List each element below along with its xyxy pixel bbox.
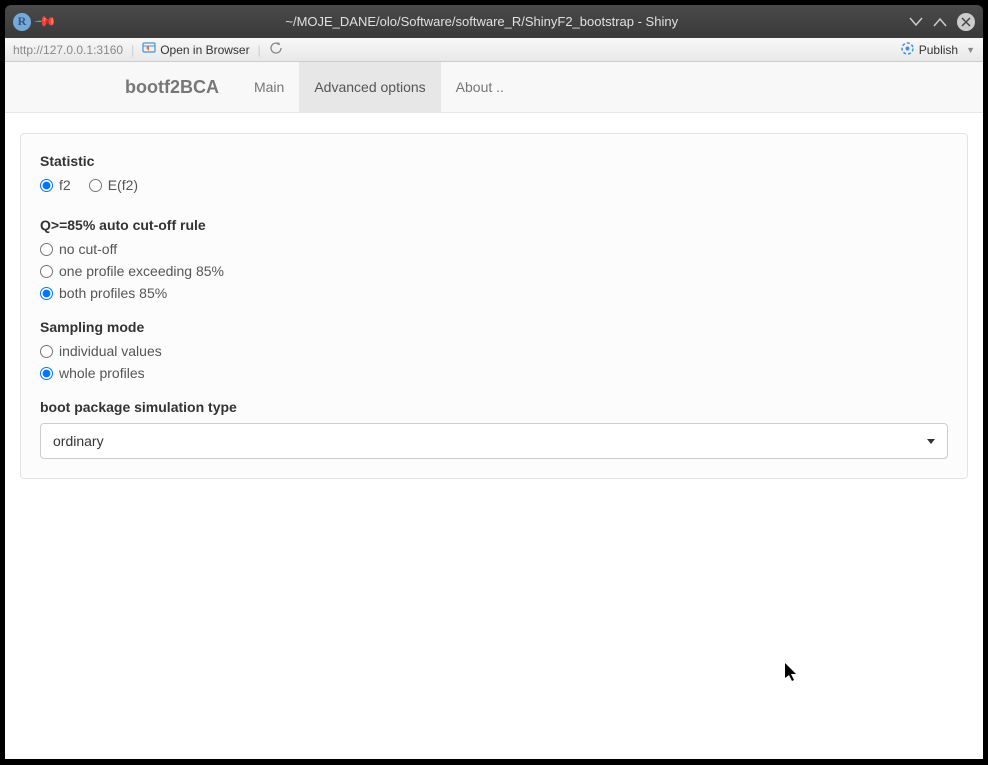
refresh-icon[interactable] bbox=[269, 41, 283, 58]
close-icon[interactable] bbox=[957, 13, 975, 31]
caret-down-icon: ▼ bbox=[966, 45, 975, 55]
maximize-icon[interactable] bbox=[933, 14, 947, 30]
simtype-label: boot package simulation type bbox=[40, 399, 948, 415]
pin-icon[interactable]: 📌 bbox=[34, 9, 58, 33]
app-navbar: bootf2BCA Main Advanced options About .. bbox=[5, 62, 983, 113]
radio-individual-values-input[interactable] bbox=[40, 345, 53, 358]
publish-icon bbox=[900, 41, 915, 59]
url-display: http://127.0.0.1:3160 bbox=[13, 43, 123, 57]
radio-f2-input[interactable] bbox=[40, 179, 53, 192]
rstudio-toolbar: http://127.0.0.1:3160 | Open in Browser … bbox=[5, 38, 983, 62]
publish-label: Publish bbox=[919, 43, 958, 57]
simtype-select[interactable]: ordinary bbox=[40, 423, 948, 459]
radio-ef2-input[interactable] bbox=[89, 179, 102, 192]
app-icon: R bbox=[13, 13, 31, 31]
browser-icon bbox=[142, 41, 156, 58]
simtype-selected-value: ordinary bbox=[53, 433, 104, 449]
radio-whole-profiles-input[interactable] bbox=[40, 367, 53, 380]
radio-both-profiles[interactable]: both profiles 85% bbox=[40, 285, 948, 301]
tab-about[interactable]: About .. bbox=[441, 62, 519, 112]
tab-main[interactable]: Main bbox=[239, 62, 299, 112]
window-title: ~/MOJE_DANE/olo/Software/software_R/Shin… bbox=[54, 14, 909, 29]
advanced-options-panel: Statistic f2 E(f2) Q>=85% auto cut-off r… bbox=[20, 133, 968, 479]
minimize-icon[interactable] bbox=[909, 14, 923, 30]
open-in-browser-label: Open in Browser bbox=[160, 43, 249, 57]
radio-one-profile-input[interactable] bbox=[40, 265, 53, 278]
caret-down-icon bbox=[927, 439, 935, 444]
open-in-browser-button[interactable]: Open in Browser bbox=[142, 41, 249, 58]
radio-no-cutoff-input[interactable] bbox=[40, 243, 53, 256]
navbar-brand: bootf2BCA bbox=[125, 77, 239, 98]
statistic-label: Statistic bbox=[40, 153, 948, 169]
window-titlebar: R 📌 ~/MOJE_DANE/olo/Software/software_R/… bbox=[5, 5, 983, 38]
publish-button[interactable]: Publish ▼ bbox=[900, 41, 975, 59]
sampling-label: Sampling mode bbox=[40, 319, 948, 335]
radio-no-cutoff[interactable]: no cut-off bbox=[40, 241, 948, 257]
radio-ef2[interactable]: E(f2) bbox=[89, 177, 138, 193]
radio-whole-profiles[interactable]: whole profiles bbox=[40, 365, 948, 381]
radio-f2[interactable]: f2 bbox=[40, 177, 71, 193]
radio-individual-values[interactable]: individual values bbox=[40, 343, 948, 359]
tab-advanced-options[interactable]: Advanced options bbox=[299, 62, 440, 112]
cutoff-label: Q>=85% auto cut-off rule bbox=[40, 217, 948, 233]
radio-both-profiles-input[interactable] bbox=[40, 287, 53, 300]
radio-one-profile[interactable]: one profile exceeding 85% bbox=[40, 263, 948, 279]
